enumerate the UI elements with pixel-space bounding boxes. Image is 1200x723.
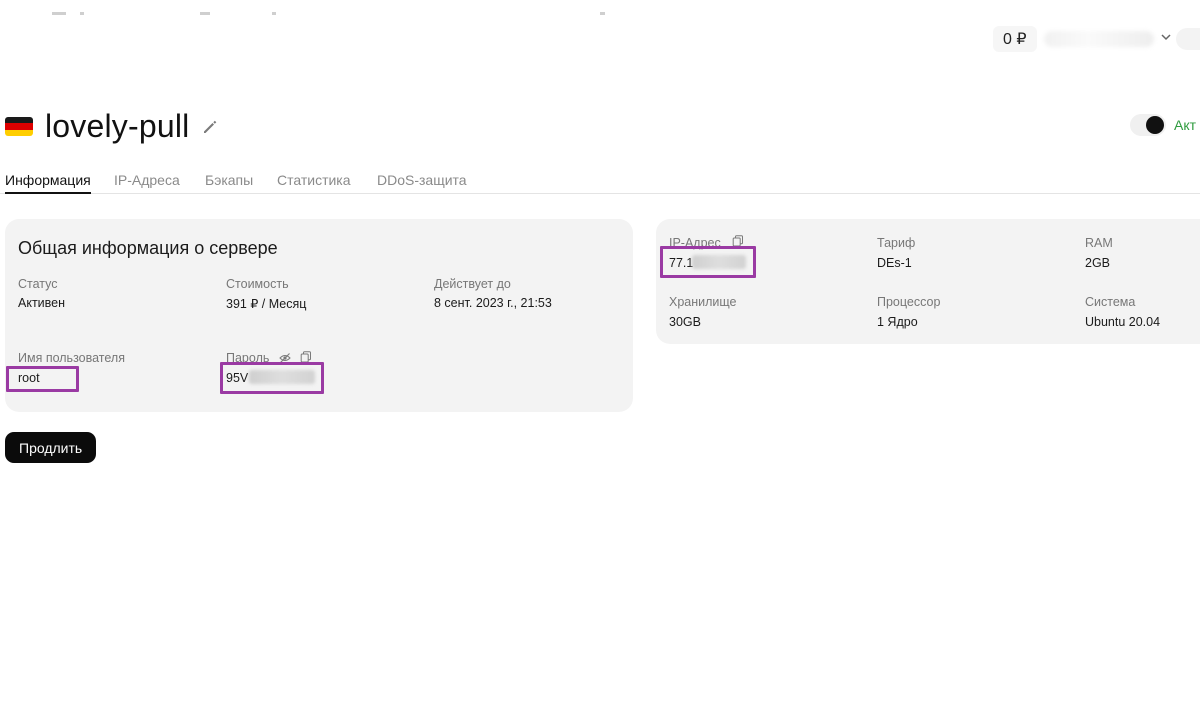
ip-highlight-frame [660, 246, 756, 278]
card-title: Общая информация о сервере [18, 238, 278, 258]
balance-amount: 0 ₽ [1003, 31, 1027, 48]
server-specs-card: IP-Адрес 77.1 Тариф DEs-1 RAM 2GB Хранил… [656, 219, 1200, 344]
cropped-header-artifact [80, 12, 84, 15]
username-highlight-frame [6, 366, 79, 392]
renew-button[interactable]: Продлить [5, 432, 97, 463]
ram-label: RAM [1085, 236, 1113, 250]
storage-value: 30GB [669, 315, 701, 329]
tab-info[interactable]: Информация [5, 172, 91, 194]
toggle-knob [1146, 116, 1164, 134]
cropped-header-artifact [600, 12, 605, 15]
ram-value: 2GB [1085, 256, 1111, 270]
tab-backups[interactable]: Бэкапы [205, 172, 253, 188]
tariff-label: Тариф [877, 236, 916, 250]
cropped-header-artifact [272, 12, 276, 15]
account-name-redacted[interactable] [1044, 31, 1154, 47]
cpu-label: Процессор [877, 295, 941, 309]
toggle-status-label: Акт [1174, 117, 1197, 133]
chevron-down-icon[interactable] [1160, 31, 1172, 43]
server-name: lovely-pull [45, 108, 190, 144]
tab-ip-addresses[interactable]: IP-Адреса [114, 172, 180, 188]
valid-until-value: 8 сент. 2023 г., 21:53 [434, 296, 552, 310]
os-value: Ubuntu 20.04 [1085, 315, 1161, 329]
tariff-value: DEs-1 [877, 256, 912, 270]
tab-ddos-protection[interactable]: DDoS-защита [377, 172, 467, 188]
storage-label: Хранилище [669, 295, 737, 309]
cpu-value: 1 Ядро [877, 315, 918, 329]
password-highlight-frame [220, 362, 324, 394]
server-power-toggle[interactable]: Акт [1130, 114, 1196, 136]
tab-bar: Информация IP-Адреса Бэкапы Статистика D… [0, 168, 1200, 194]
cropped-header-artifact [52, 12, 66, 15]
cropped-header-artifact [200, 12, 210, 15]
toggle-switch[interactable] [1130, 114, 1166, 136]
avatar[interactable] [1176, 28, 1200, 50]
status-value: Активен [18, 296, 66, 310]
os-label: Система [1085, 295, 1136, 309]
valid-until-label: Действует до [434, 277, 511, 291]
username-label: Имя пользователя [18, 351, 125, 365]
cost-value: 391 ₽ / Месяц [226, 297, 307, 311]
balance-display[interactable]: 0 ₽ [993, 26, 1037, 52]
pencil-icon[interactable] [201, 118, 219, 136]
tab-statistics[interactable]: Статистика [277, 172, 351, 188]
cost-label: Стоимость [226, 277, 289, 291]
status-label: Статус [18, 277, 58, 291]
germany-flag-icon [5, 117, 33, 136]
server-title-row: lovely-pull [5, 108, 219, 145]
